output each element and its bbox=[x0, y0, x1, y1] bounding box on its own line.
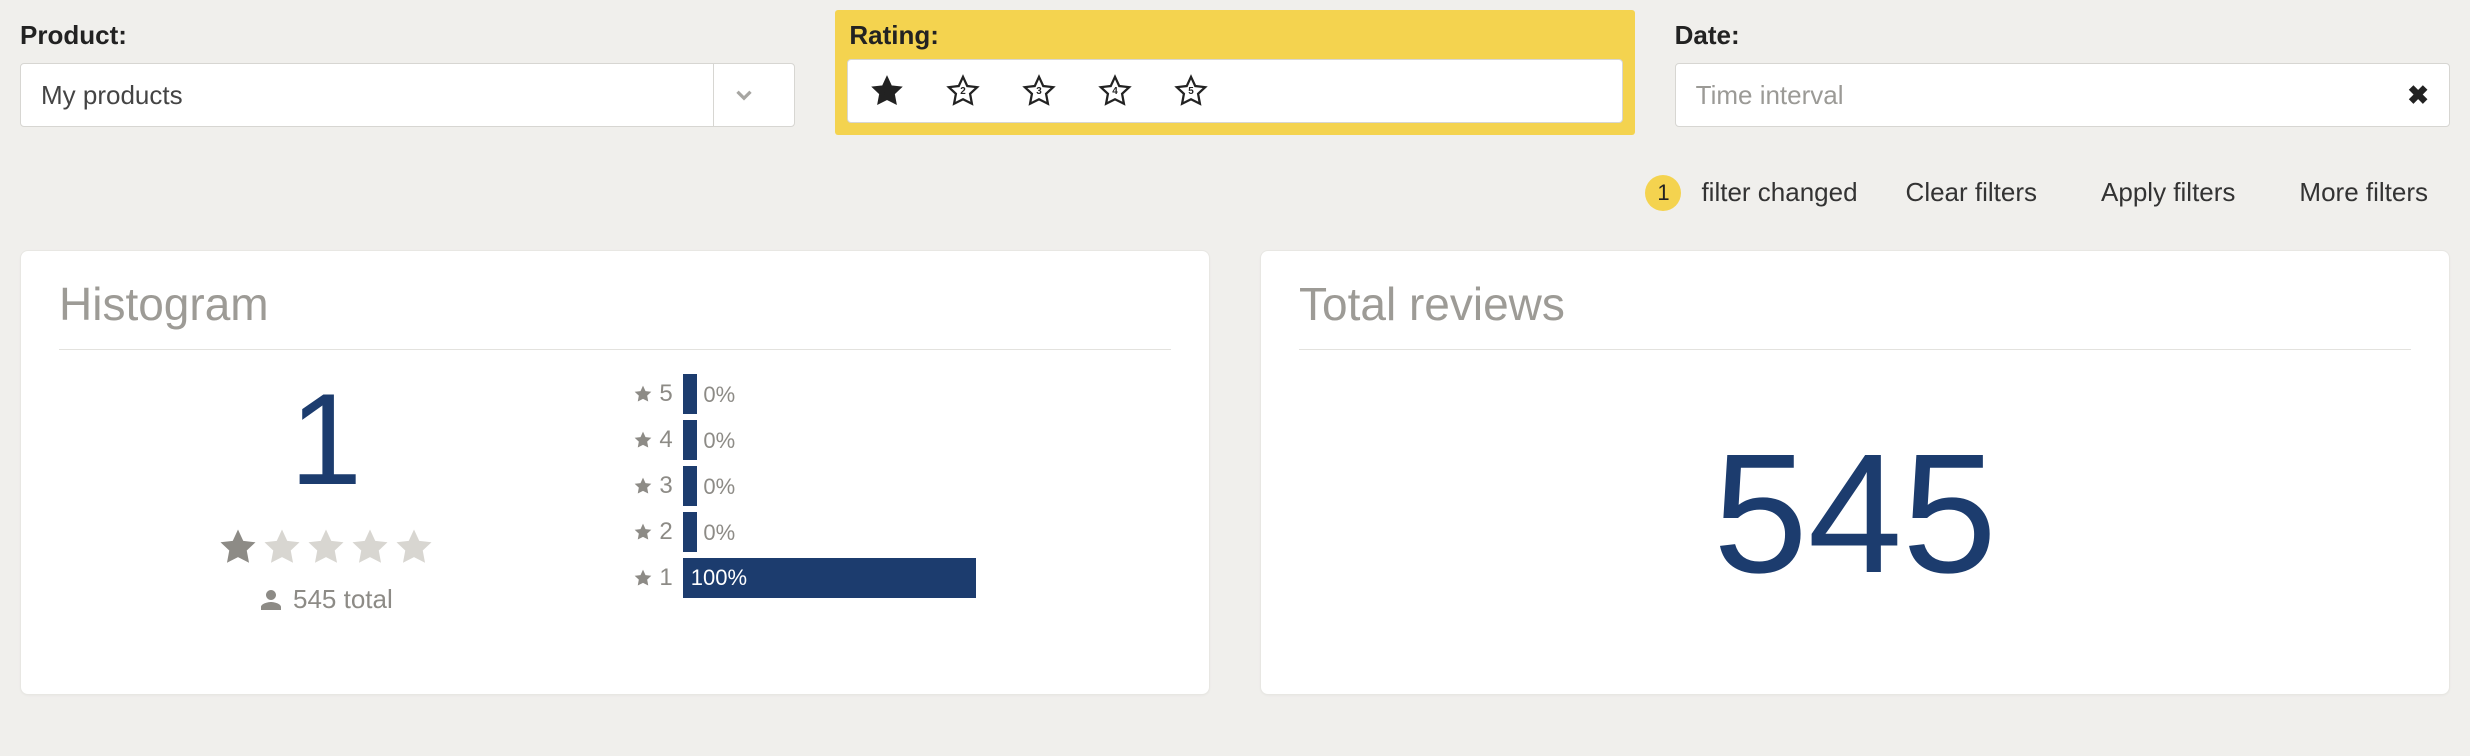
rating-star-1[interactable]: 1 bbox=[870, 74, 904, 108]
rating-star-5[interactable]: 5 bbox=[1174, 74, 1208, 108]
date-label: Date: bbox=[1675, 20, 2450, 51]
star-icon bbox=[305, 526, 347, 568]
chevron-down-icon bbox=[714, 82, 774, 108]
svg-text:5: 5 bbox=[1189, 86, 1195, 97]
filter-action-bar: 1 filter changed Clear filters Apply fil… bbox=[20, 163, 2450, 222]
rating-star-3[interactable]: 3 bbox=[1022, 74, 1056, 108]
star-icon bbox=[633, 384, 653, 404]
star-icon bbox=[633, 568, 653, 588]
histogram-average: 1 bbox=[290, 374, 362, 504]
histogram-row-2: 2 0% bbox=[623, 512, 1171, 552]
star-icon bbox=[217, 526, 259, 568]
rating-star-2[interactable]: 2 bbox=[946, 74, 980, 108]
rating-filter: Rating: 1 2 3 4 5 bbox=[835, 10, 1634, 135]
average-stars bbox=[217, 526, 435, 568]
rating-label: Rating: bbox=[849, 20, 1622, 51]
date-input[interactable]: Time interval ✖ bbox=[1675, 63, 2450, 127]
total-reviews-value: 545 bbox=[1713, 429, 1997, 599]
close-icon[interactable]: ✖ bbox=[2407, 80, 2429, 111]
date-filter: Date: Time interval ✖ bbox=[1675, 20, 2450, 127]
histogram-row-4: 4 0% bbox=[623, 420, 1171, 460]
star-icon bbox=[633, 430, 653, 450]
more-filters-button[interactable]: More filters bbox=[2277, 163, 2450, 222]
histogram-row-5: 5 0% bbox=[623, 374, 1171, 414]
product-label: Product: bbox=[20, 20, 795, 51]
product-filter: Product: My products bbox=[20, 20, 795, 127]
product-select-value: My products bbox=[41, 80, 183, 111]
star-icon bbox=[349, 526, 391, 568]
histogram-bars: 5 0% 4 0% 3 0% 2 0% 1 100% bbox=[623, 374, 1171, 615]
star-icon bbox=[393, 526, 435, 568]
svg-text:4: 4 bbox=[1113, 86, 1119, 97]
star-icon bbox=[633, 476, 653, 496]
histogram-title: Histogram bbox=[59, 277, 1171, 350]
star-icon bbox=[261, 526, 303, 568]
histogram-row-1: 1 100% bbox=[623, 558, 1171, 598]
product-select[interactable]: My products bbox=[20, 63, 795, 127]
rating-star-4[interactable]: 4 bbox=[1098, 74, 1132, 108]
histogram-card: Histogram 1 545 total 5 0 bbox=[20, 250, 1210, 695]
rating-stars: 1 2 3 4 5 bbox=[847, 59, 1622, 123]
total-reviews-title: Total reviews bbox=[1299, 277, 2411, 350]
histogram-row-3: 3 0% bbox=[623, 466, 1171, 506]
filters-changed-label: filter changed bbox=[1701, 177, 1857, 208]
total-reviews-card: Total reviews 545 bbox=[1260, 250, 2450, 695]
star-icon bbox=[633, 522, 653, 542]
person-icon bbox=[259, 588, 283, 612]
apply-filters-button[interactable]: Apply filters bbox=[2079, 163, 2257, 222]
clear-filters-button[interactable]: Clear filters bbox=[1884, 163, 2059, 222]
histogram-total-label: 545 total bbox=[293, 584, 393, 615]
svg-text:3: 3 bbox=[1037, 86, 1043, 97]
date-placeholder: Time interval bbox=[1696, 80, 1844, 111]
svg-text:1: 1 bbox=[885, 86, 891, 97]
svg-text:2: 2 bbox=[961, 86, 967, 97]
filters-changed-badge: 1 bbox=[1645, 175, 1681, 211]
